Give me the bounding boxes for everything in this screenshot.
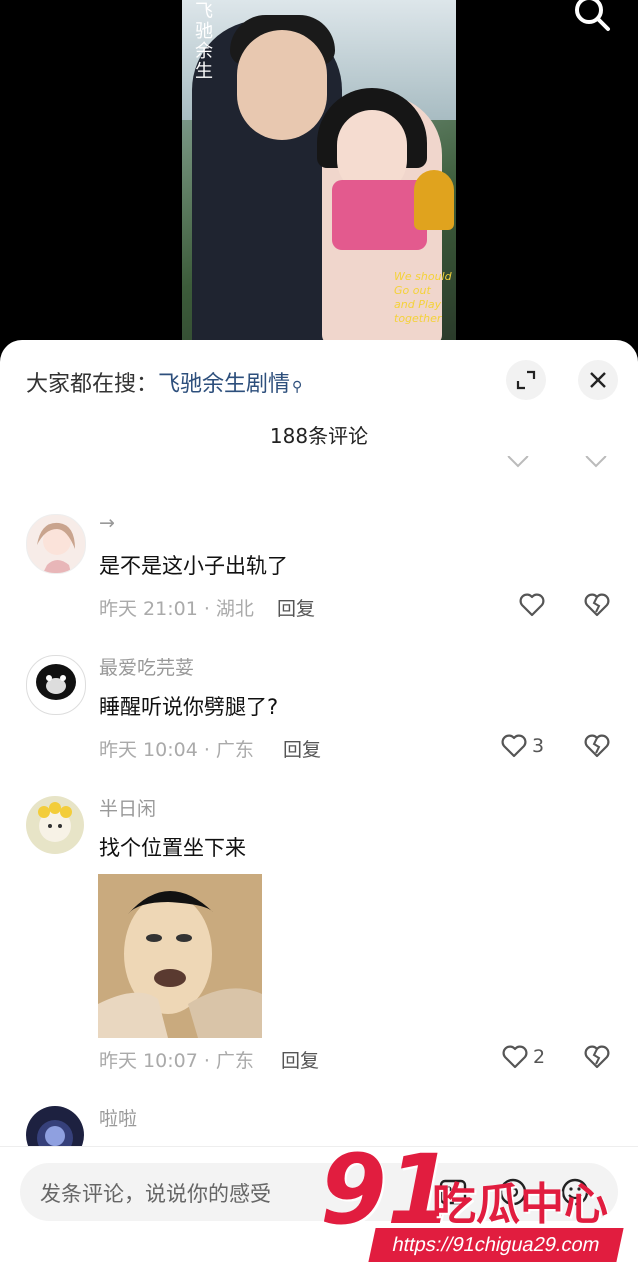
heart-icon bbox=[519, 593, 545, 617]
comment-sticker-image[interactable] bbox=[98, 874, 262, 1038]
poster-title: 飞驰余生 bbox=[195, 1, 213, 82]
dislike-button[interactable] bbox=[583, 592, 611, 622]
heart-icon bbox=[501, 734, 527, 758]
comment-item: 半日闲 找个位置坐下来 昨天 10:07 · 广东 回复 2 bbox=[0, 794, 638, 1084]
like-button[interactable]: 3 bbox=[500, 733, 544, 759]
trophy-image bbox=[414, 170, 454, 230]
comment-text: 找个位置坐下来 bbox=[99, 836, 246, 860]
expand-button[interactable] bbox=[506, 360, 546, 400]
avatar[interactable] bbox=[26, 1106, 84, 1148]
comment-input-placeholder: 发条评论，说说你的感受 bbox=[40, 1182, 271, 1206]
hot-search-keyword[interactable]: 飞驰余生剧情 bbox=[158, 372, 290, 397]
like-count: 3 bbox=[532, 735, 545, 757]
watermark-name: 吃瓜中心 bbox=[432, 1179, 608, 1230]
comment-text: 睡醒听说你劈腿了? bbox=[99, 695, 279, 719]
reply-button[interactable]: 回复 bbox=[277, 594, 315, 621]
watermark-url: https://91chigua29.com bbox=[368, 1228, 624, 1262]
hot-search-bar[interactable]: 大家都在搜：飞驰余生剧情 ⚲ bbox=[26, 366, 302, 398]
like-button[interactable]: 2 bbox=[501, 1044, 545, 1070]
expand-icon bbox=[516, 370, 536, 390]
dislike-button[interactable] bbox=[583, 733, 611, 763]
search-icon bbox=[575, 0, 610, 31]
comment-username[interactable]: 最爱吃芫荽 bbox=[99, 653, 194, 680]
comment-username[interactable]: 半日闲 bbox=[99, 794, 156, 821]
comment-meta: 昨天 10:04 · 广东 bbox=[99, 739, 254, 761]
comment-item: 最爱吃芫荽 睡醒听说你劈腿了? 昨天 10:04 · 广东 回复 3 bbox=[0, 653, 638, 773]
comment-meta: 昨天 21:01 · 湖北 bbox=[99, 598, 254, 620]
like-count: 2 bbox=[533, 1046, 546, 1068]
poster-tagline: We should Go out and Play together bbox=[394, 270, 452, 325]
avatar[interactable] bbox=[26, 655, 86, 715]
reply-button[interactable]: 回复 bbox=[281, 1046, 319, 1073]
comment-item: → 是不是这小子出轨了 昨天 21:01 · 湖北 回复 bbox=[0, 512, 638, 632]
comment-text: 是不是这小子出轨了 bbox=[99, 554, 288, 578]
avatar[interactable] bbox=[26, 796, 84, 854]
comment-username[interactable]: 啦啦 bbox=[99, 1104, 137, 1131]
scrolled-off-row bbox=[98, 456, 618, 470]
broken-heart-icon bbox=[584, 1045, 610, 1069]
comment-meta: 昨天 10:07 · 广东 bbox=[99, 1050, 254, 1072]
search-button[interactable] bbox=[570, 0, 614, 38]
broken-heart-icon bbox=[584, 593, 610, 617]
like-button[interactable] bbox=[518, 592, 550, 618]
avatar[interactable] bbox=[26, 514, 86, 574]
reply-button[interactable]: 回复 bbox=[283, 735, 321, 762]
dislike-button[interactable] bbox=[583, 1044, 611, 1074]
close-icon bbox=[590, 372, 606, 388]
video-poster: 飞驰余生 We should Go out and Play together bbox=[182, 0, 456, 345]
site-watermark: 91 吃瓜中心 https://91chigua29.com bbox=[320, 1140, 630, 1270]
heart-icon bbox=[502, 1045, 528, 1069]
comment-username[interactable]: → bbox=[99, 512, 115, 534]
search-small-icon: ⚲ bbox=[292, 379, 303, 395]
comment-panel: 大家都在搜：飞驰余生剧情 ⚲ 188条评论 → 是不是这小子出轨了 昨天 21:0… bbox=[0, 340, 638, 1280]
hot-search-prefix: 大家都在搜： bbox=[26, 372, 159, 397]
close-button[interactable] bbox=[578, 360, 618, 400]
broken-heart-icon bbox=[584, 734, 610, 758]
video-player[interactable]: 飞驰余生 We should Go out and Play together bbox=[0, 0, 638, 360]
comment-count: 188条评论 bbox=[269, 424, 369, 448]
